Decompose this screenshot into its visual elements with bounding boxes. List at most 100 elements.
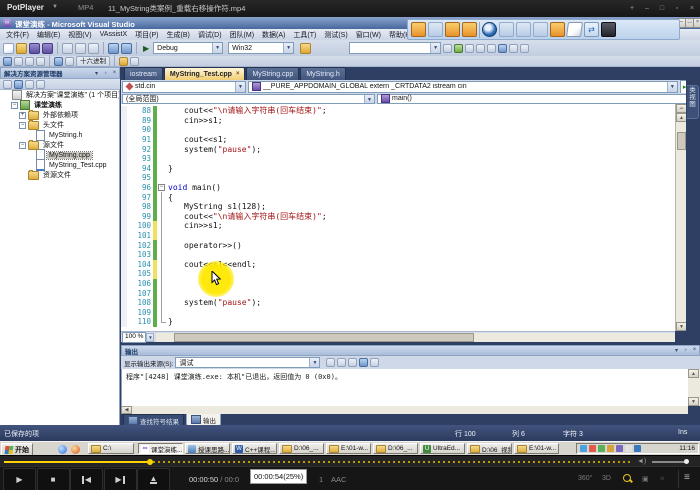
capture-icon[interactable] (601, 22, 616, 37)
toolbar-icon[interactable] (300, 43, 311, 54)
close-icon[interactable]: × (685, 3, 699, 14)
code-editor[interactable]: 88cout<<"\n请输入字符串(回车结束)";89cin>>s1;9091c… (121, 104, 675, 331)
editor-tab[interactable]: MyString.h (300, 67, 345, 80)
debug-toolbar-icon[interactable] (3, 57, 12, 66)
toolbar-icon[interactable] (476, 44, 485, 53)
tray-icon[interactable] (598, 445, 605, 452)
editor-tab[interactable]: MyString.cpp (246, 67, 299, 80)
debug-toolbar-icon[interactable] (65, 57, 74, 66)
editor-vertical-scrollbar[interactable]: ═ ▲ ▼ (675, 104, 686, 331)
menu-item[interactable]: 项目(P) (131, 30, 162, 40)
taskbar-item[interactable]: ∞课堂演练... (138, 443, 183, 454)
chevron-down-icon[interactable]: ▼ (52, 4, 58, 10)
chevron-down-icon[interactable]: ▾ (672, 347, 681, 354)
draw-tool-icon[interactable] (499, 22, 514, 37)
tray-icon[interactable] (607, 445, 614, 452)
collapse-icon[interactable]: − (19, 122, 26, 129)
scope-combo[interactable]: (全局范围) ▼ (122, 94, 375, 104)
scroll-left-arrow[interactable]: ◀ (121, 406, 132, 414)
tray-icon[interactable] (589, 445, 596, 452)
taskbar-item[interactable]: WC++课程... (232, 443, 277, 454)
potplayer-app-name[interactable]: PotPlayer (7, 3, 44, 12)
tree-item[interactable]: MyString.h (0, 130, 119, 140)
toolbar-icon[interactable] (130, 57, 139, 66)
tree-item[interactable]: −课堂演练 (0, 100, 119, 110)
swap-arrows-icon[interactable]: ⇄ (584, 22, 599, 37)
toolbar-icon[interactable] (108, 43, 119, 54)
member-combo[interactable]: main() ▼ (377, 94, 699, 104)
toolbar-icon[interactable] (498, 44, 507, 53)
tray-icon[interactable] (634, 445, 641, 452)
output-toolbar-icon[interactable] (359, 358, 368, 367)
chevron-down-icon[interactable]: ▼ (309, 358, 319, 367)
explorer-toolbar-icon[interactable] (25, 80, 34, 89)
collapse-icon[interactable]: − (11, 102, 18, 109)
seekbar-played[interactable] (4, 461, 150, 463)
scrollbar-thumb[interactable] (677, 132, 686, 150)
pin-icon[interactable]: 𝆔 (681, 347, 690, 354)
minimize-icon[interactable]: – (640, 3, 654, 14)
tray-icon[interactable] (625, 445, 632, 452)
taskbar-item[interactable]: E:\01-w... (514, 443, 559, 454)
settings-gear-icon[interactable]: ☼ (659, 475, 665, 482)
potplayer-titlebar[interactable]: PotPlayer ▼ MP4 11_MyString类案例_重载右移操作符.m… (0, 0, 700, 18)
hex-button[interactable]: 十六进制 (76, 56, 110, 67)
volume-knob[interactable] (684, 459, 689, 464)
toolbar-icon[interactable] (62, 43, 73, 54)
toolbar-icon[interactable] (42, 43, 53, 54)
run-icon[interactable]: ▶ (143, 44, 149, 53)
draw-tool-icon[interactable] (411, 22, 426, 37)
quicklaunch-browser-icon[interactable] (58, 445, 67, 454)
video-frame[interactable]: ∞ 课堂演练 - Microsoft Visual Studio ⇄ 文件(F)… (0, 17, 700, 455)
draw-tool-icon[interactable] (516, 22, 531, 37)
classview-autohide-tab[interactable]: 类视图 (687, 85, 699, 119)
output-vertical-scrollbar[interactable]: ▲ ▼ (688, 369, 700, 406)
threed-button[interactable]: 3D (602, 475, 611, 482)
tree-item[interactable]: 解决方案"课堂演练" (1 个项目) (0, 90, 119, 100)
vax-context-combo[interactable]: std.cin ▼ (122, 81, 246, 93)
maximize-icon[interactable]: □ (655, 3, 669, 14)
taskbar-item[interactable]: D:\06_... (279, 443, 324, 454)
menu-item[interactable]: 文件(F) (2, 30, 33, 40)
seekbar-remaining[interactable] (153, 461, 630, 463)
output-horizontal-scrollbar[interactable]: ◀ (121, 406, 688, 414)
magnifier-icon[interactable] (623, 474, 631, 482)
pin-icon[interactable]: + (625, 3, 639, 14)
zoom-level[interactable]: 100 % (122, 332, 146, 343)
toolbar-icon[interactable] (454, 44, 463, 53)
chevron-down-icon[interactable]: ▼ (667, 82, 677, 92)
taskbar-item[interactable]: E:\01-w... (326, 443, 371, 454)
taskbar-item-drive[interactable]: C:\ (88, 443, 134, 454)
chevron-down-icon[interactable]: ▼ (430, 43, 440, 53)
vax-definition-combo[interactable]: __PURE_APPDOMAIN_GLOBAL extern _CRTDATA2… (248, 81, 678, 93)
output-toolbar-icon[interactable] (326, 358, 335, 367)
menu-item[interactable]: 数据(A) (258, 30, 289, 40)
close-icon[interactable]: × (236, 71, 240, 77)
toolbar-icon[interactable] (88, 43, 99, 54)
toolbar-icon[interactable] (443, 44, 452, 53)
menu-item[interactable]: VAssistX (96, 31, 132, 38)
close-icon[interactable]: × (110, 70, 119, 77)
find-combo[interactable]: ▼ (349, 42, 441, 54)
toolbar-icon[interactable] (487, 44, 496, 53)
menu-item[interactable]: 视图(V) (64, 30, 95, 40)
close-icon[interactable]: × (690, 347, 699, 354)
chevron-down-icon[interactable]: ▼ (235, 82, 245, 92)
editor-tab[interactable]: MyString_Test.cpp× (164, 67, 246, 80)
tree-item[interactable]: MyString_Test.cpp (0, 160, 119, 170)
draw-tool-icon[interactable] (445, 22, 460, 37)
vr360-button[interactable]: 360° (578, 475, 592, 482)
stop-button[interactable]: ■ (37, 468, 70, 490)
output-toolbar-icon[interactable] (337, 358, 346, 367)
chevron-down-icon[interactable]: ▼ (364, 95, 374, 103)
tree-item[interactable]: −头文件 (0, 120, 119, 130)
scroll-down-arrow[interactable]: ▼ (688, 397, 699, 406)
output-text-area[interactable]: 程序"[4248] 课堂演练.exe: 本机"已退出，返回值为 0 (0x0)。 (121, 369, 688, 406)
tree-item[interactable]: MyString.cpp (0, 150, 119, 160)
menu-item[interactable]: 编辑(E) (33, 30, 64, 40)
pin-icon[interactable]: 𝆔 (101, 70, 110, 77)
toolbar-icon[interactable] (29, 43, 40, 54)
tree-item[interactable]: +外部依赖项 (0, 110, 119, 120)
menu-button[interactable]: ≡ (684, 472, 690, 483)
toolbar-icon[interactable] (520, 44, 529, 53)
